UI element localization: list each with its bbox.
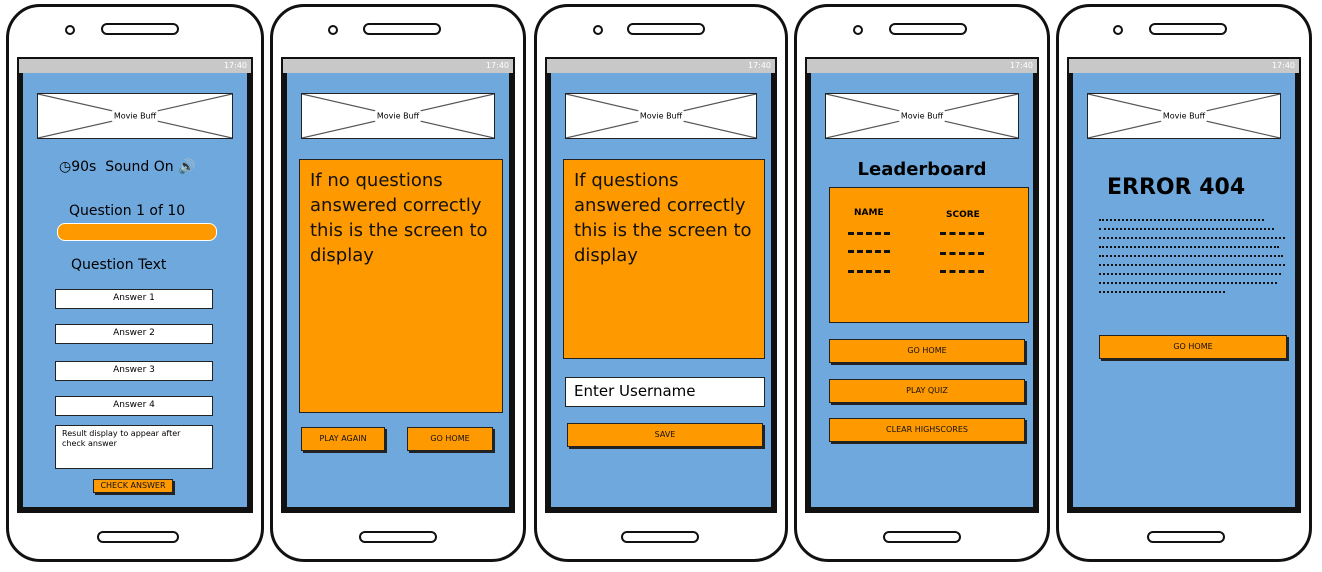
- screen-leaderboard: 17:40 Movie Buff Leaderboard NAME SCORE …: [805, 57, 1039, 513]
- question-text: Question Text: [71, 257, 167, 273]
- clear-highscores-button[interactable]: CLEAR HIGHSCORES: [829, 418, 1025, 442]
- screen-content: Movie Buff Leaderboard NAME SCORE GO HOM…: [811, 73, 1033, 507]
- speaker-icon: [627, 23, 705, 35]
- logo-placeholder: Movie Buff: [37, 93, 233, 139]
- camera-icon: [1113, 25, 1123, 35]
- error-title: ERROR 404: [1107, 175, 1246, 200]
- username-input[interactable]: Enter Username: [565, 377, 765, 407]
- logo-label: Movie Buff: [898, 110, 946, 122]
- logo-label: Movie Buff: [111, 110, 159, 122]
- logo-label: Movie Buff: [374, 110, 422, 122]
- status-bar: 17:40: [807, 59, 1037, 73]
- question-counter: Question 1 of 10: [69, 203, 186, 219]
- status-time: 17:40: [223, 61, 247, 70]
- camera-icon: [593, 25, 603, 35]
- phone-fail: 17:40 Movie Buff If no questions answere…: [270, 4, 526, 562]
- fail-message-panel: If no questions answered correctly this …: [299, 159, 503, 413]
- screen-content: Movie Buff If questions answered correct…: [551, 73, 771, 507]
- check-answer-button[interactable]: CHECK ANSWER: [93, 479, 173, 493]
- phone-leaderboard: 17:40 Movie Buff Leaderboard NAME SCORE …: [794, 4, 1050, 562]
- logo-label: Movie Buff: [1160, 110, 1208, 122]
- status-time: 17:40: [747, 61, 771, 70]
- score-scribble: [940, 252, 984, 261]
- speaker-icon: [1149, 23, 1227, 35]
- screen-save: 17:40 Movie Buff If questions answered c…: [545, 57, 777, 513]
- screen-content: Movie Buff If no questions answered corr…: [287, 73, 509, 507]
- status-bar: 17:40: [283, 59, 513, 73]
- status-bar: 17:40: [19, 59, 251, 73]
- camera-icon: [328, 25, 338, 35]
- go-home-button[interactable]: GO HOME: [407, 427, 493, 451]
- status-time: 17:40: [1009, 61, 1033, 70]
- speaker-icon: [889, 23, 967, 35]
- phone-quiz: 17:40 Movie Buff ◷90s Sound On 🔊 Questio…: [6, 4, 264, 562]
- home-bar[interactable]: [883, 531, 961, 543]
- name-scribble: [848, 250, 890, 259]
- logo-placeholder: Movie Buff: [825, 93, 1019, 139]
- leaderboard-title: Leaderboard: [857, 159, 987, 180]
- speaker-icon: [101, 23, 179, 35]
- result-display: Result display to appear after check ans…: [55, 425, 213, 469]
- go-home-button[interactable]: GO HOME: [829, 339, 1025, 363]
- name-scribble: [848, 270, 890, 279]
- name-header: NAME: [854, 208, 884, 218]
- score-scribble: [940, 232, 984, 241]
- error-body-placeholder: [1099, 219, 1285, 300]
- timer-row: ◷90s Sound On 🔊: [59, 159, 196, 175]
- progress-bar: [57, 223, 217, 241]
- play-again-button[interactable]: PLAY AGAIN: [301, 427, 385, 451]
- go-home-button[interactable]: GO HOME: [1099, 335, 1287, 359]
- camera-icon: [65, 25, 75, 35]
- logo-placeholder: Movie Buff: [301, 93, 495, 139]
- screen-fail: 17:40 Movie Buff If no questions answere…: [281, 57, 515, 513]
- speaker-sound-icon[interactable]: 🔊: [178, 159, 195, 175]
- home-bar[interactable]: [1147, 531, 1225, 543]
- sound-label[interactable]: Sound On: [105, 159, 173, 175]
- score-scribble: [940, 270, 984, 279]
- camera-icon: [853, 25, 863, 35]
- logo-placeholder: Movie Buff: [1087, 93, 1281, 139]
- phone-error: 17:40 Movie Buff ERROR 404 GO HOME: [1056, 4, 1312, 562]
- logo-label: Movie Buff: [637, 110, 685, 122]
- status-bar: 17:40: [547, 59, 775, 73]
- success-message: If questions answered correctly this is …: [574, 170, 752, 266]
- screen-content: Movie Buff ERROR 404 GO HOME: [1073, 73, 1295, 507]
- score-header: SCORE: [946, 210, 980, 220]
- home-bar[interactable]: [359, 531, 437, 543]
- home-bar[interactable]: [97, 531, 179, 543]
- status-time: 17:40: [1271, 61, 1295, 70]
- play-quiz-button[interactable]: PLAY QUIZ: [829, 379, 1025, 403]
- home-bar[interactable]: [621, 531, 699, 543]
- screen-quiz: 17:40 Movie Buff ◷90s Sound On 🔊 Questio…: [17, 57, 253, 513]
- answer-button-4[interactable]: Answer 4: [55, 396, 213, 416]
- answer-button-2[interactable]: Answer 2: [55, 324, 213, 344]
- fail-message: If no questions answered correctly this …: [310, 170, 488, 266]
- screen-error: 17:40 Movie Buff ERROR 404 GO HOME: [1067, 57, 1301, 513]
- phone-save: 17:40 Movie Buff If questions answered c…: [534, 4, 788, 562]
- logo-placeholder: Movie Buff: [565, 93, 757, 139]
- answer-button-1[interactable]: Answer 1: [55, 289, 213, 309]
- success-message-panel: If questions answered correctly this is …: [563, 159, 765, 359]
- name-scribble: [848, 232, 890, 241]
- screen-content: Movie Buff ◷90s Sound On 🔊 Question 1 of…: [23, 73, 247, 507]
- save-button[interactable]: SAVE: [567, 423, 763, 447]
- status-time: 17:40: [485, 61, 509, 70]
- leaderboard-panel: NAME SCORE: [829, 187, 1029, 323]
- timer-value: 90s: [71, 159, 97, 175]
- speaker-icon: [363, 23, 441, 35]
- status-bar: 17:40: [1069, 59, 1299, 73]
- answer-button-3[interactable]: Answer 3: [55, 361, 213, 381]
- clock-icon: ◷: [59, 159, 72, 175]
